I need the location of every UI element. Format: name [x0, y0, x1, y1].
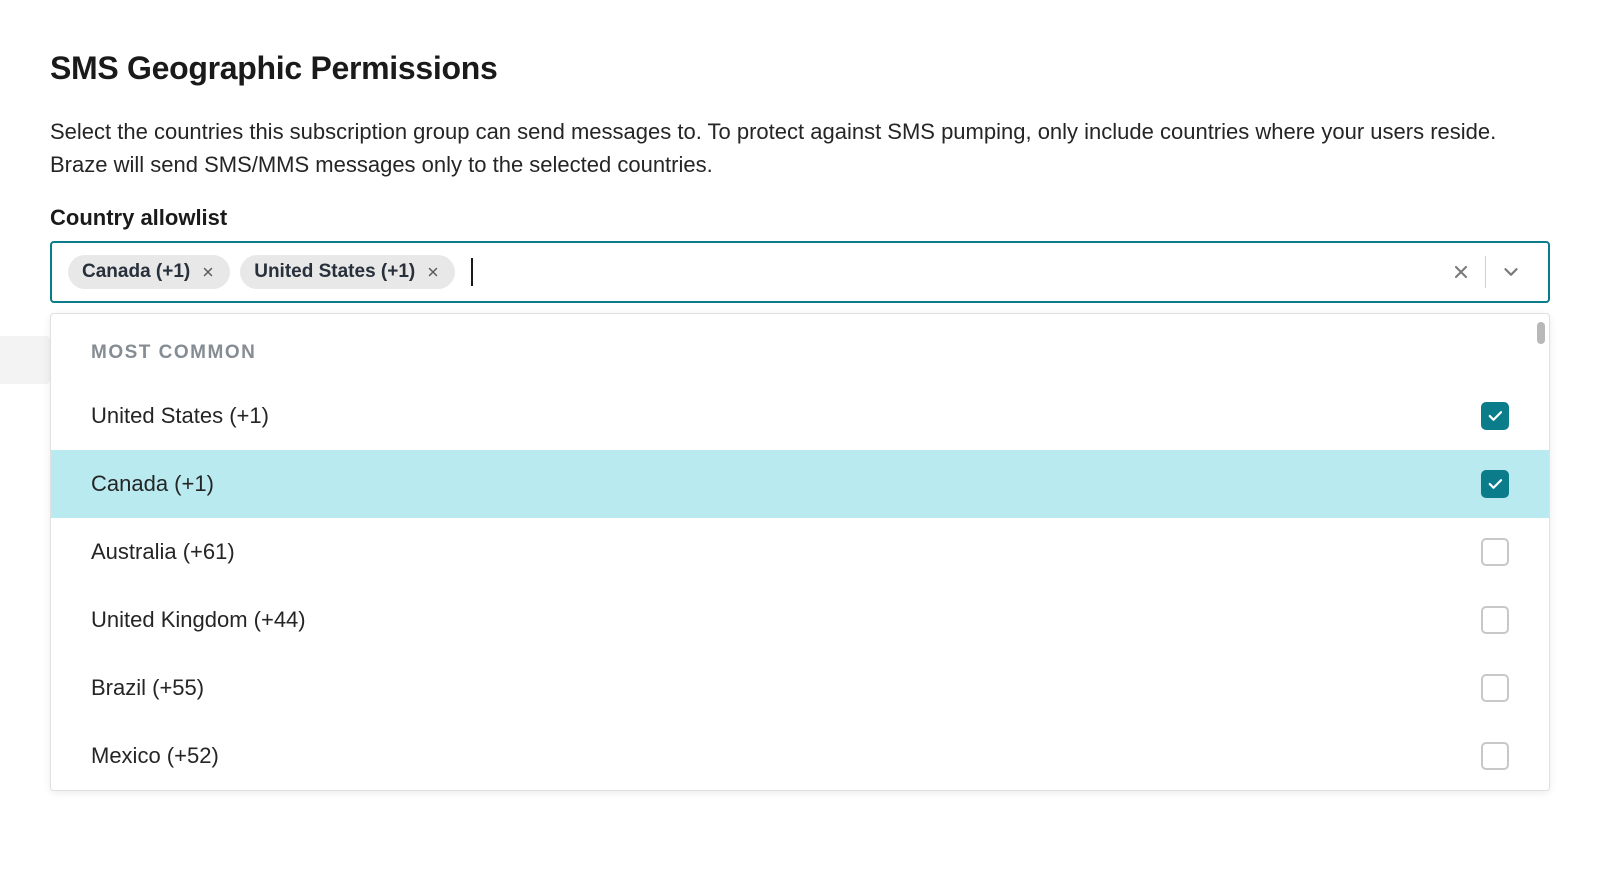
option-australia[interactable]: Australia (+61)	[51, 518, 1549, 586]
page-title: SMS Geographic Permissions	[50, 50, 1550, 87]
option-checkbox[interactable]	[1481, 470, 1509, 498]
option-united-states[interactable]: United States (+1)	[51, 382, 1549, 450]
chip-label: Canada (+1)	[82, 261, 190, 283]
left-panel-stub	[0, 336, 50, 384]
option-label: United States (+1)	[91, 403, 269, 429]
close-icon	[1451, 262, 1471, 282]
chevron-down-icon	[1500, 261, 1522, 283]
chip-canada: Canada (+1)	[68, 255, 230, 289]
option-united-kingdom[interactable]: United Kingdom (+44)	[51, 586, 1549, 654]
dropdown-toggle-button[interactable]	[1486, 261, 1532, 283]
option-label: Mexico (+52)	[91, 743, 219, 769]
chip-united-states: United States (+1)	[240, 255, 455, 289]
option-mexico[interactable]: Mexico (+52)	[51, 722, 1549, 790]
option-label: Brazil (+55)	[91, 675, 204, 701]
country-dropdown-panel: MOST COMMON United States (+1) Canada (+…	[50, 313, 1550, 791]
option-checkbox[interactable]	[1481, 742, 1509, 770]
option-canada[interactable]: Canada (+1)	[51, 450, 1549, 518]
option-checkbox[interactable]	[1481, 538, 1509, 566]
close-icon	[426, 265, 440, 279]
dropdown-group-header: MOST COMMON	[51, 314, 1549, 382]
remove-chip-button[interactable]	[200, 264, 216, 280]
check-icon	[1486, 475, 1504, 493]
check-icon	[1486, 407, 1504, 425]
option-label: Australia (+61)	[91, 539, 235, 565]
chip-label: United States (+1)	[254, 261, 415, 283]
option-checkbox[interactable]	[1481, 674, 1509, 702]
close-icon	[201, 265, 215, 279]
option-checkbox[interactable]	[1481, 606, 1509, 634]
remove-chip-button[interactable]	[425, 264, 441, 280]
option-label: United Kingdom (+44)	[91, 607, 306, 633]
option-checkbox[interactable]	[1481, 402, 1509, 430]
country-allowlist-label: Country allowlist	[50, 205, 1550, 231]
page-description: Select the countries this subscription g…	[50, 115, 1550, 181]
clear-all-button[interactable]	[1437, 262, 1485, 282]
text-input-cursor	[471, 258, 473, 286]
scrollbar-thumb[interactable]	[1537, 322, 1545, 344]
country-allowlist-multiselect[interactable]: Canada (+1) United States (+1)	[50, 241, 1550, 303]
selected-chips-area[interactable]: Canada (+1) United States (+1)	[68, 255, 1437, 289]
option-label: Canada (+1)	[91, 471, 214, 497]
option-brazil[interactable]: Brazil (+55)	[51, 654, 1549, 722]
